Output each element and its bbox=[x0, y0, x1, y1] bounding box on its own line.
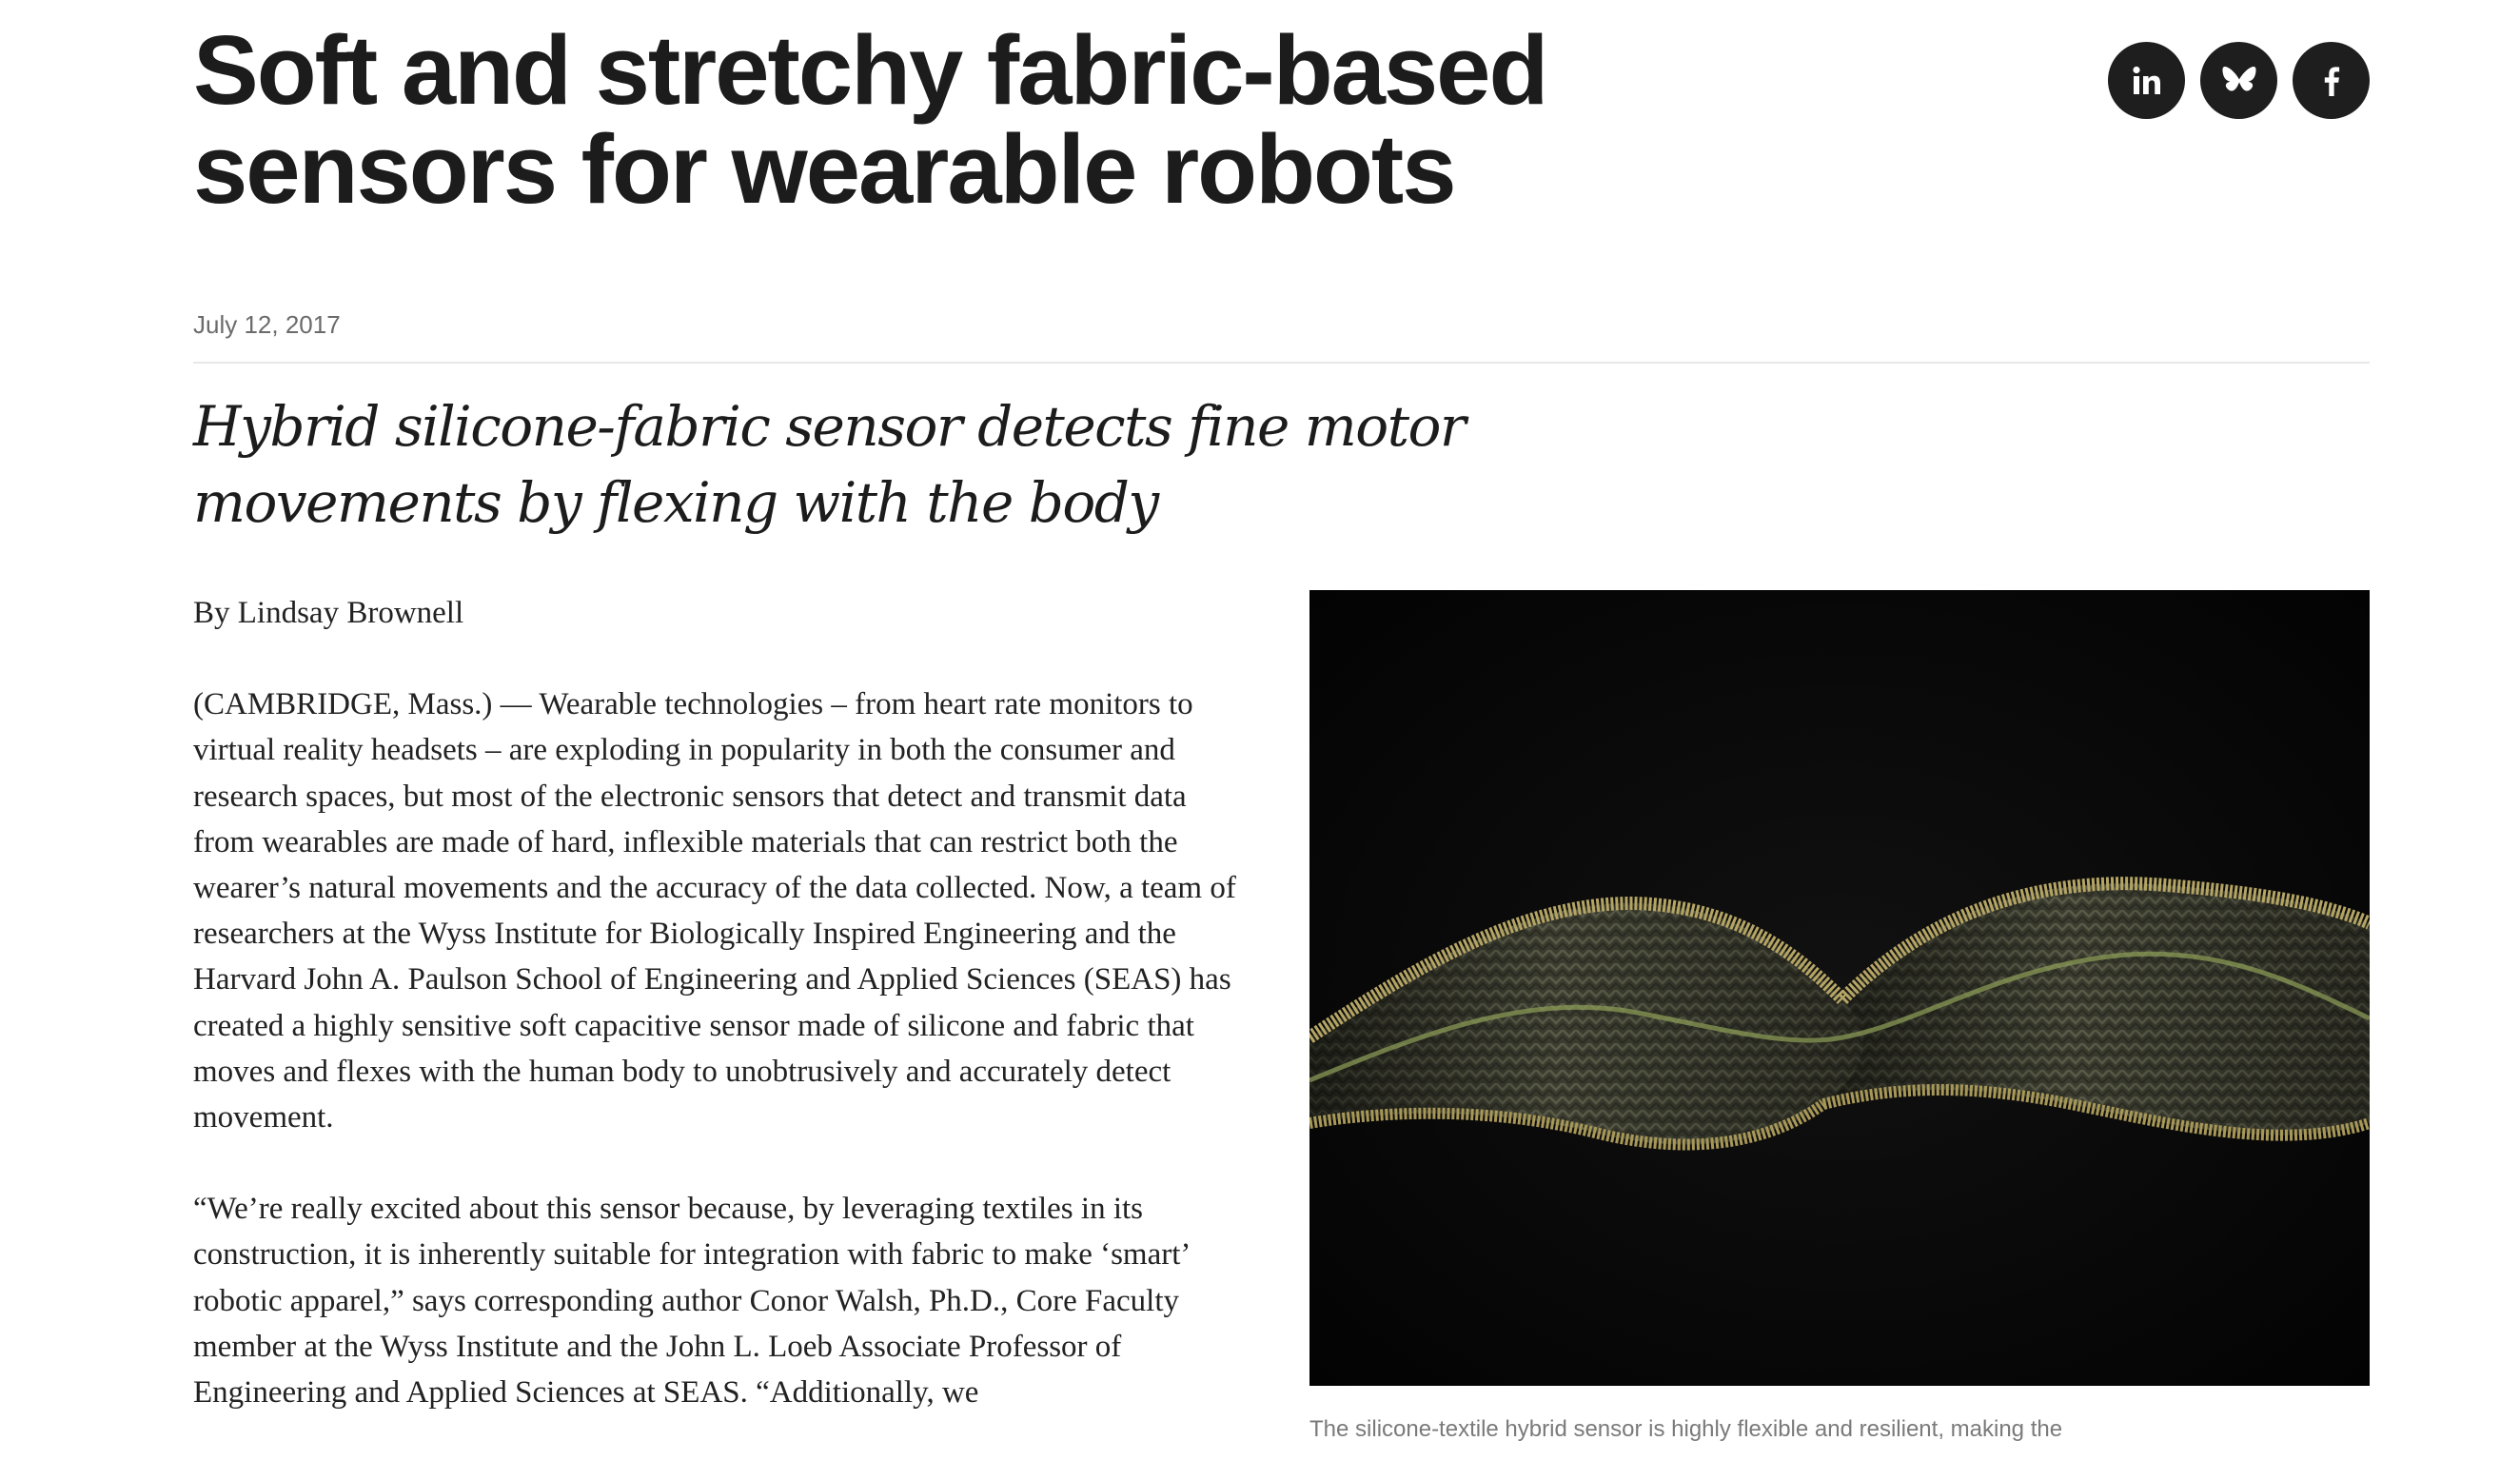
article-figure: The silicone-textile hybrid sensor is hi… bbox=[1309, 590, 2370, 1445]
article-body: By Lindsay Brownell (CAMBRIDGE, Mass.) —… bbox=[193, 590, 1250, 1461]
sensor-photo[interactable] bbox=[1309, 590, 2370, 1386]
bluesky-share-button[interactable] bbox=[2200, 42, 2277, 119]
bluesky-icon bbox=[2220, 62, 2258, 100]
byline: By Lindsay Brownell bbox=[193, 596, 464, 630]
linkedin-share-button[interactable] bbox=[2108, 42, 2185, 119]
publish-date: July 12, 2017 bbox=[193, 310, 341, 339]
article-subtitle: Hybrid silicone-fabric sensor detects fi… bbox=[193, 394, 1467, 535]
body-paragraph: (CAMBRIDGE, Mass.) — Wearable technologi… bbox=[193, 687, 1236, 1135]
article-title: Soft and stretchy fabric-based sensors f… bbox=[193, 15, 1548, 224]
linkedin-icon bbox=[2128, 62, 2166, 100]
header-divider bbox=[193, 362, 2370, 364]
article-page: Soft and stretchy fabric-based sensors f… bbox=[193, 0, 2370, 1442]
facebook-icon bbox=[2313, 62, 2351, 100]
body-paragraph: “We’re really excited about this sensor … bbox=[193, 1192, 1189, 1411]
facebook-share-button[interactable] bbox=[2293, 42, 2370, 119]
share-bar bbox=[2108, 42, 2370, 119]
figure-caption: The silicone-textile hybrid sensor is hi… bbox=[1309, 1416, 2063, 1442]
